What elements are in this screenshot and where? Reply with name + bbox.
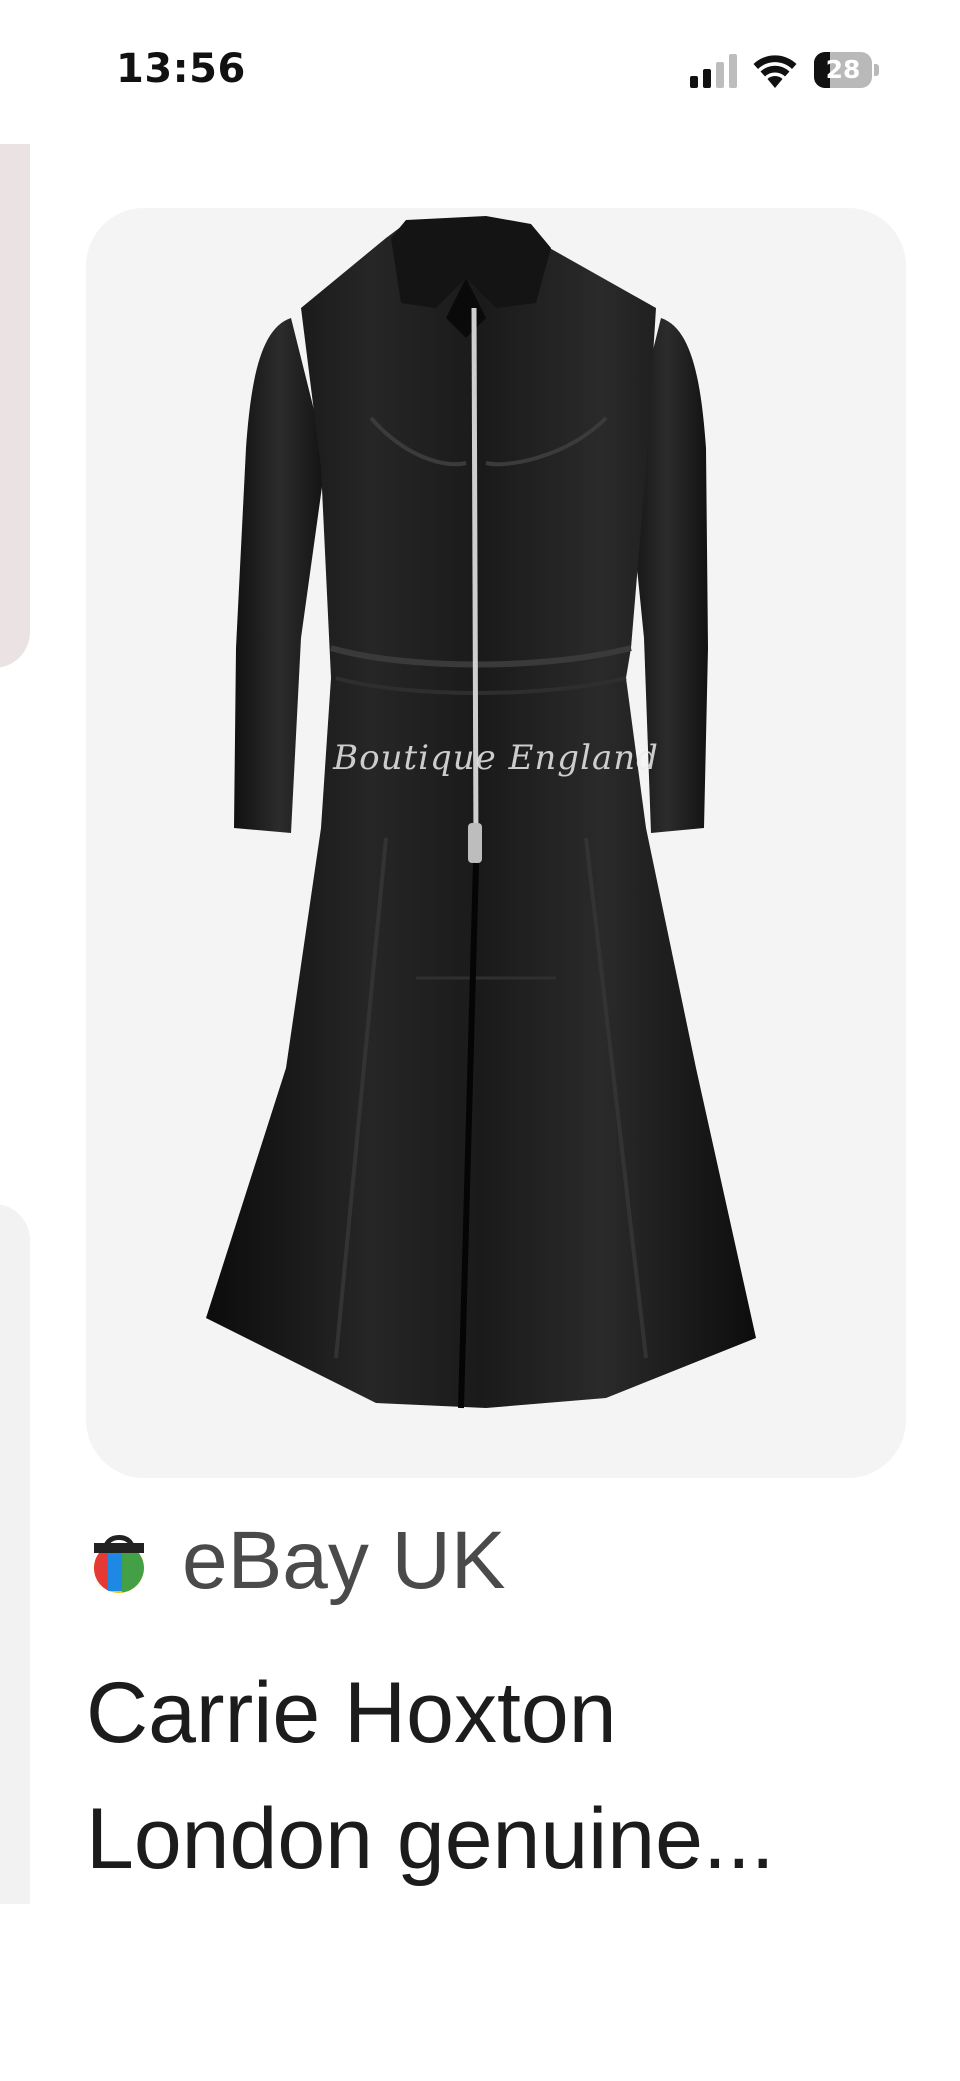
signal-icon [690,54,737,88]
image-watermark: Boutique England [333,738,659,778]
product-title-line-2: London genuine... [86,1791,775,1887]
shopping-bag-icon [93,1535,144,1593]
source-row[interactable]: eBay UK [86,1516,506,1606]
status-bar: 13:56 28 [0,0,960,140]
product-image[interactable]: Boutique England [86,208,906,1478]
battery-icon: 28 [814,52,880,88]
battery-level: 28 [825,55,861,84]
product-title[interactable]: Carrie Hoxton London genuine... [86,1650,906,1902]
previous-card-peek[interactable] [0,144,30,668]
status-time: 13:56 [116,46,246,92]
previous-card-peek-lower[interactable] [0,1204,30,1904]
wifi-icon [753,55,797,88]
battery-body: 28 [814,52,872,88]
battery-cap [874,64,879,76]
product-title-line-1: Carrie Hoxton [86,1665,617,1761]
source-name[interactable]: eBay UK [182,1516,506,1606]
coat-illustration [206,216,756,1409]
